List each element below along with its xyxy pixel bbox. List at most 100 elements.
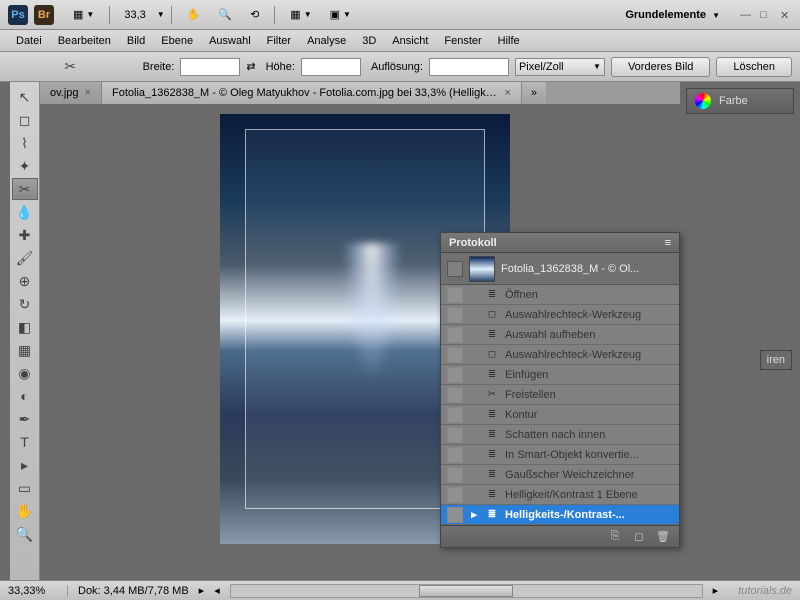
- minimize-button[interactable]: —: [740, 9, 752, 21]
- options-bar: ✂ Breite: ⇄ Höhe: Auflösung: Pixel/Zoll▼…: [0, 52, 800, 82]
- move-tool[interactable]: ↖: [12, 86, 38, 108]
- history-state[interactable]: ▸≣Helligkeits-/Kontrast-...: [441, 505, 679, 525]
- heal-tool[interactable]: ✚: [12, 224, 38, 246]
- eyedropper-tool[interactable]: 💧: [12, 201, 38, 223]
- create-document-from-state-button[interactable]: ⎘: [607, 529, 623, 545]
- document-tab-1[interactable]: Fotolia_1362838_M - © Oleg Matyukhov - F…: [102, 82, 522, 104]
- screen-mode-button[interactable]: ▣▼: [323, 5, 358, 25]
- panel-menu-icon[interactable]: ≡: [665, 237, 671, 249]
- status-doc-size[interactable]: Dok: 3,44 MB/7,78 MB: [78, 585, 189, 597]
- clear-button[interactable]: Löschen: [716, 57, 792, 77]
- rotate-view-button[interactable]: ⟲: [243, 5, 266, 25]
- marquee-tool[interactable]: ◻: [12, 109, 38, 131]
- menu-bild[interactable]: Bild: [119, 33, 153, 49]
- menu-filter[interactable]: Filter: [259, 33, 299, 49]
- menu-ebene[interactable]: Ebene: [153, 33, 201, 49]
- height-input[interactable]: [301, 58, 361, 76]
- history-source-toggle[interactable]: [447, 387, 463, 403]
- color-panel-collapsed[interactable]: Farbe: [686, 88, 794, 114]
- wand-tool[interactable]: ✦: [12, 155, 38, 177]
- history-state-label: In Smart-Objekt konvertie...: [505, 449, 639, 461]
- new-snapshot-button[interactable]: ◻: [631, 529, 647, 545]
- doc-icon: ≣: [485, 468, 499, 482]
- arrange-docs-button[interactable]: ▦▼: [283, 5, 318, 25]
- view-extras-button[interactable]: ▦▼: [66, 5, 101, 25]
- history-source-toggle[interactable]: [447, 507, 463, 523]
- stamp-tool[interactable]: ⊕: [12, 270, 38, 292]
- history-state[interactable]: ≣Auswahl aufheben: [441, 325, 679, 345]
- history-state-label: Auswahl aufheben: [505, 329, 596, 341]
- history-source-toggle[interactable]: [447, 307, 463, 323]
- history-source-toggle[interactable]: [447, 327, 463, 343]
- eraser-tool[interactable]: ◧: [12, 316, 38, 338]
- menu-3d[interactable]: 3D: [354, 33, 384, 49]
- resolution-input[interactable]: [429, 58, 509, 76]
- history-source-toggle[interactable]: [447, 447, 463, 463]
- history-source-toggle[interactable]: [447, 347, 463, 363]
- document-tab-0[interactable]: ov.jpg×: [40, 82, 102, 104]
- history-panel-header[interactable]: Protokoll ≡: [441, 233, 679, 253]
- brush-tool[interactable]: 🖌: [12, 247, 38, 269]
- history-state[interactable]: ≣Helligkeit/Kontrast 1 Ebene: [441, 485, 679, 505]
- maximize-button[interactable]: □: [760, 9, 772, 21]
- menu-auswahl[interactable]: Auswahl: [201, 33, 259, 49]
- history-source-toggle[interactable]: [447, 407, 463, 423]
- history-state[interactable]: ≣Gaußscher Weichzeichner: [441, 465, 679, 485]
- blur-tool[interactable]: ◉: [12, 362, 38, 384]
- type-tool[interactable]: T: [12, 431, 38, 453]
- workspace-switcher[interactable]: Grundelemente ▼: [625, 9, 720, 21]
- menu-ansicht[interactable]: Ansicht: [384, 33, 436, 49]
- scrollbar-thumb[interactable]: [419, 585, 513, 597]
- history-source-toggle[interactable]: [447, 367, 463, 383]
- snapshot-source-toggle[interactable]: [447, 261, 463, 277]
- dodge-tool[interactable]: ◐: [12, 385, 38, 407]
- menu-hilfe[interactable]: Hilfe: [490, 33, 528, 49]
- crop-tool[interactable]: ✂: [12, 178, 38, 200]
- zoom-tool[interactable]: 🔍: [12, 523, 38, 545]
- shape-tool[interactable]: ▭: [12, 477, 38, 499]
- tab-scroll-right[interactable]: »: [522, 82, 546, 104]
- status-zoom[interactable]: 33,33%: [8, 585, 68, 597]
- zoom-display[interactable]: 33,3: [124, 9, 145, 21]
- close-icon[interactable]: ×: [505, 87, 511, 99]
- history-state[interactable]: ≣Kontur: [441, 405, 679, 425]
- menu-fenster[interactable]: Fenster: [436, 33, 489, 49]
- history-brush-tool[interactable]: ↻: [12, 293, 38, 315]
- width-input[interactable]: [180, 58, 240, 76]
- history-source-toggle[interactable]: [447, 487, 463, 503]
- lasso-tool[interactable]: ⌇: [12, 132, 38, 154]
- menu-bearbeiten[interactable]: Bearbeiten: [50, 33, 119, 49]
- scroll-right-button[interactable]: ▸: [713, 584, 719, 597]
- delete-state-button[interactable]: 🗑: [655, 529, 671, 545]
- zoom-tool-button[interactable]: 🔍: [211, 5, 239, 25]
- swap-icon[interactable]: ⇄: [246, 60, 255, 73]
- history-state[interactable]: ≣Einfügen: [441, 365, 679, 385]
- history-state[interactable]: ≣Schatten nach innen: [441, 425, 679, 445]
- history-snapshot-row[interactable]: Fotolia_1362838_M - © Ol...: [441, 253, 679, 285]
- history-state[interactable]: ✂Freistellen: [441, 385, 679, 405]
- history-state[interactable]: ◻Auswahlrechteck-Werkzeug: [441, 345, 679, 365]
- crop-tool-indicator[interactable]: ✂: [57, 55, 83, 77]
- history-source-toggle[interactable]: [447, 427, 463, 443]
- horizontal-scrollbar[interactable]: [230, 584, 703, 598]
- history-state[interactable]: ◻Auswahlrechteck-Werkzeug: [441, 305, 679, 325]
- front-image-button[interactable]: Vorderes Bild: [611, 57, 710, 77]
- history-state[interactable]: ≣Öffnen: [441, 285, 679, 305]
- menu-analyse[interactable]: Analyse: [299, 33, 354, 49]
- history-source-toggle[interactable]: [447, 467, 463, 483]
- history-source-toggle[interactable]: [447, 287, 463, 303]
- toolbox: ↖ ◻ ⌇ ✦ ✂ 💧 ✚ 🖌 ⊕ ↻ ◧ ▦ ◉ ◐ ✒ T ▸ ▭ ✋ 🔍: [10, 82, 40, 580]
- history-state[interactable]: ≣In Smart-Objekt konvertie...: [441, 445, 679, 465]
- status-arrow-icon[interactable]: ▸: [199, 584, 205, 597]
- gradient-tool[interactable]: ▦: [12, 339, 38, 361]
- resolution-unit-select[interactable]: Pixel/Zoll▼: [515, 58, 605, 76]
- path-select-tool[interactable]: ▸: [12, 454, 38, 476]
- pen-tool[interactable]: ✒: [12, 408, 38, 430]
- close-button[interactable]: ✕: [780, 9, 792, 21]
- scroll-left-button[interactable]: ◂: [214, 584, 220, 597]
- hand-tool[interactable]: ✋: [12, 500, 38, 522]
- menu-datei[interactable]: Datei: [8, 33, 50, 49]
- hand-tool-button[interactable]: ✋: [180, 5, 208, 25]
- close-icon[interactable]: ×: [85, 87, 91, 99]
- bridge-icon[interactable]: Br: [34, 5, 54, 25]
